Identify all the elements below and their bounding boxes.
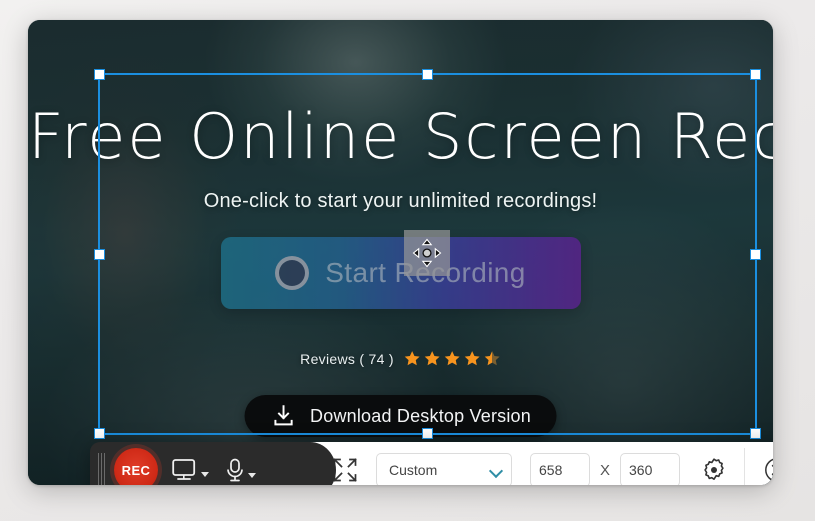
microphone-button[interactable] [225,458,256,483]
star-icon [464,351,480,366]
reviews-label: Reviews ( 74 ) [300,350,394,367]
resize-handle-bottom-right[interactable] [750,428,761,439]
download-icon [273,405,293,426]
star-icon [424,351,440,366]
monitor-icon [172,459,196,480]
start-recording-button[interactable]: Start Recording [220,237,581,309]
settings-button[interactable] [700,456,728,484]
resize-handle-top-left[interactable] [94,69,105,80]
page-subtitle: One-click to start your unlimited record… [203,190,598,212]
microphone-icon [227,458,243,481]
toolbar-divider [744,448,746,485]
rating-stars [404,350,501,367]
close-circle-icon [765,458,773,482]
dimension-separator: X [600,461,611,479]
star-half-icon [484,351,500,366]
toolbar-light-section: Custom X [310,442,773,485]
rec-button[interactable]: REC [114,448,158,485]
screen-source-button[interactable] [172,458,209,482]
resize-handle-middle-left[interactable] [94,248,105,260]
chevron-down-icon [248,472,256,478]
page-title: Free Online Screen Rec [28,100,773,173]
move-cursor-icon [412,238,442,268]
star-icon [404,351,420,366]
preset-size-dropdown-wrapper: Custom [376,453,512,485]
page-content: Free Online Screen Rec One-click to star… [28,20,773,485]
recorder-toolbar: REC Custom 658 X 360 [90,442,773,485]
preset-size-select[interactable]: Custom [376,453,512,485]
resize-handle-top-center[interactable] [422,69,433,80]
download-desktop-version-button[interactable]: Download Desktop Version [244,395,557,437]
record-circle-icon [275,256,310,290]
download-button-label: Download Desktop Version [310,405,531,426]
resize-handle-top-right[interactable] [750,69,761,80]
capture-height-input[interactable] [620,453,681,485]
capture-width-input[interactable] [530,453,590,485]
drag-grip-handle[interactable] [98,453,110,485]
move-selection-handle[interactable] [404,230,450,276]
resize-handle-bottom-left[interactable] [94,428,105,439]
app-window: Free Online Screen Rec One-click to star… [28,20,773,485]
toolbar-dark-section: REC [90,442,336,485]
star-icon [444,351,460,366]
gear-icon [704,458,724,480]
reviews-block: Reviews ( 74 ) [300,350,501,367]
resize-handle-bottom-center[interactable] [422,428,433,439]
chevron-down-icon [201,472,209,477]
close-button[interactable] [763,456,773,484]
resize-handle-middle-right[interactable] [750,248,761,260]
